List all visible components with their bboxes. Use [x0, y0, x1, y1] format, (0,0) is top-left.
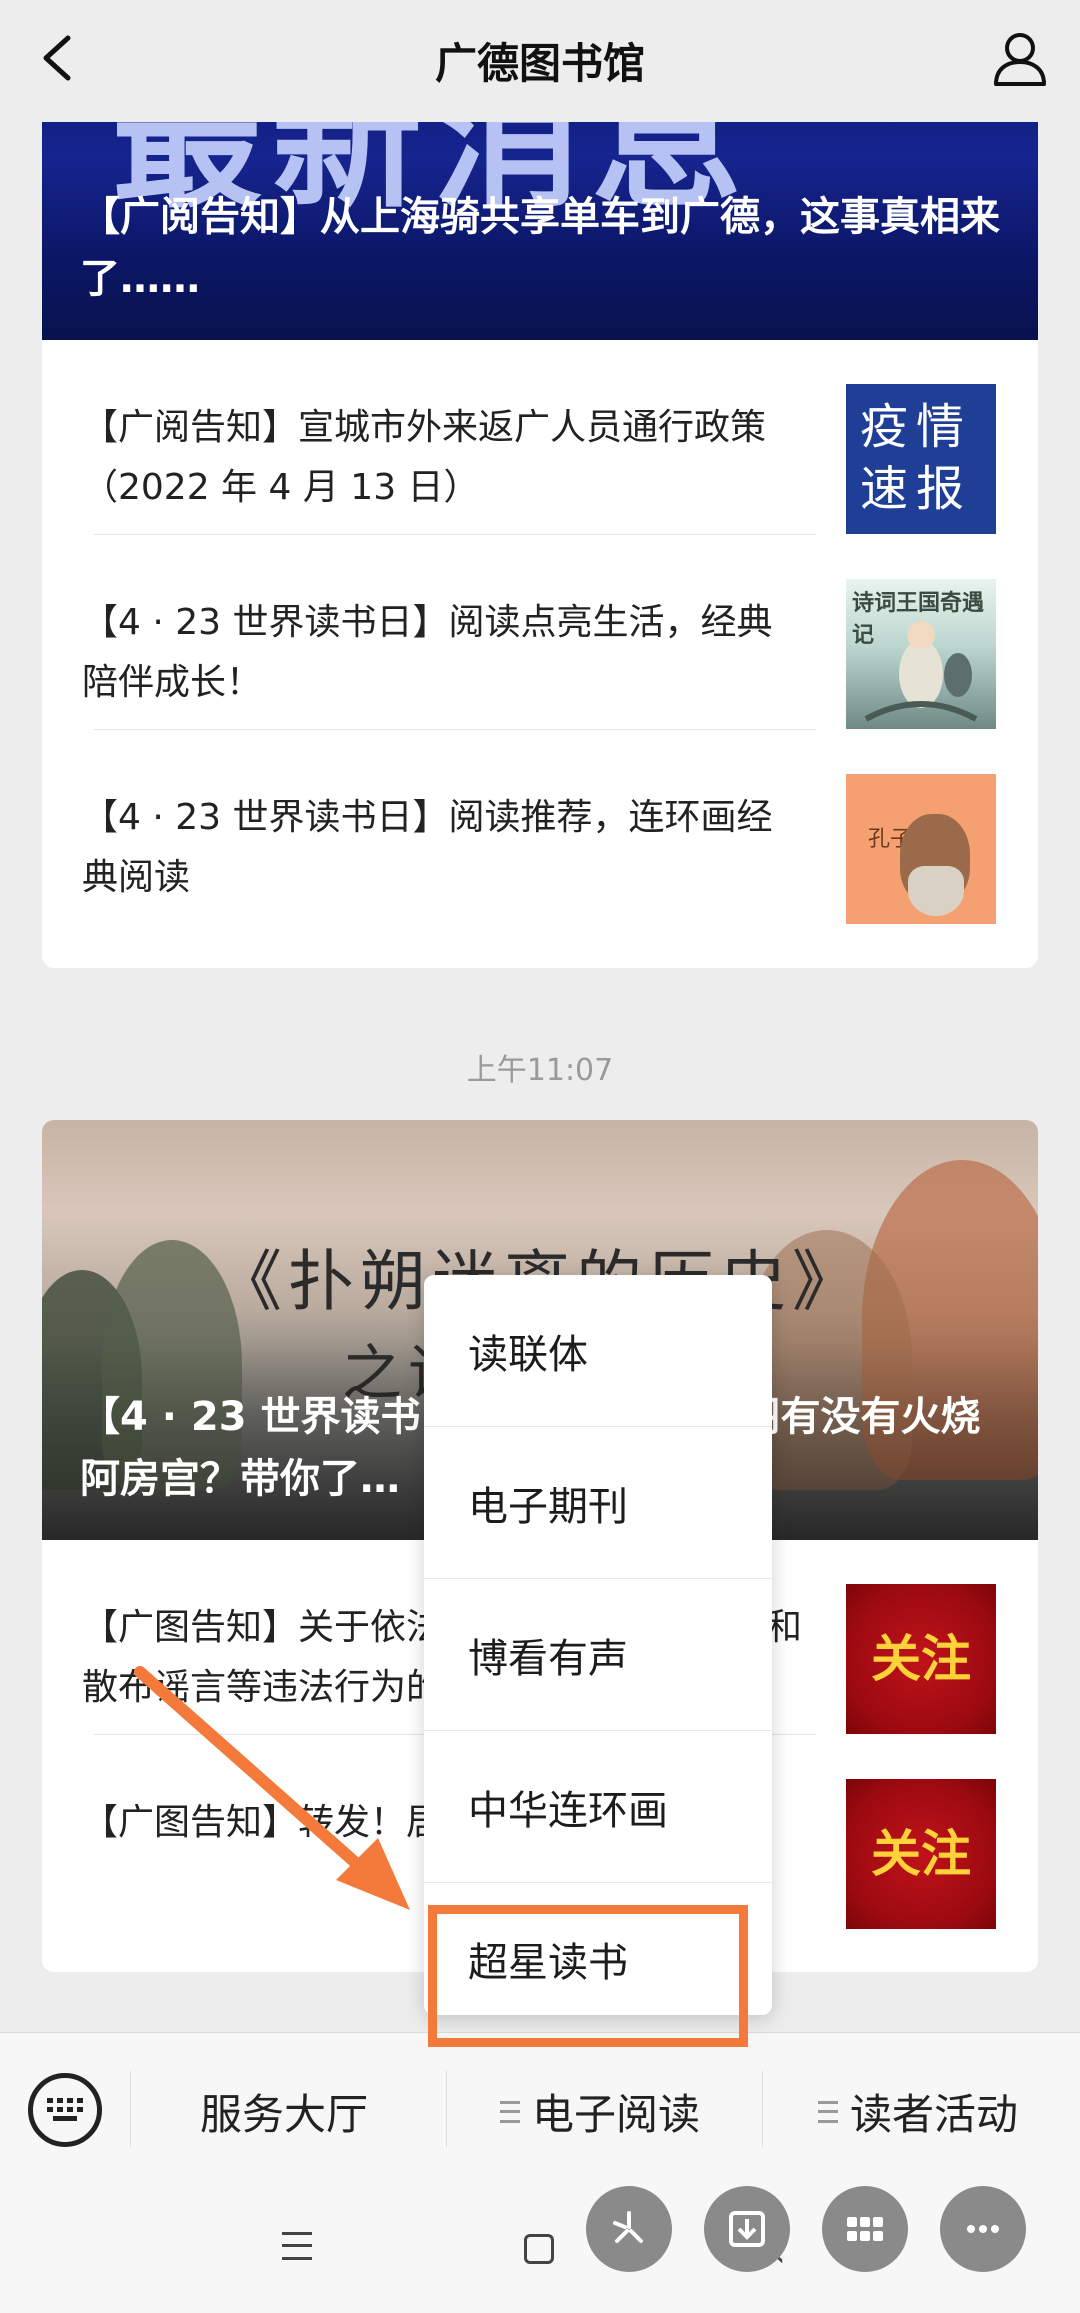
submenu-item-label: 电子期刊 — [468, 1484, 628, 1530]
beard-shape — [908, 866, 964, 916]
article-title: 【4 · 23 世界读书日】阅读推荐，连环画经典阅读 — [82, 797, 773, 898]
more-options-icon[interactable] — [940, 2186, 1026, 2272]
divider — [762, 2071, 763, 2147]
submenu-item[interactable]: 博看有声 — [424, 1579, 772, 1731]
menu-item-label: 读者活动 — [850, 2090, 1019, 2139]
sparkle-icon[interactable] — [586, 2186, 672, 2272]
submenu-item-label: 博看有声 — [468, 1636, 628, 1682]
grid-apps-icon[interactable] — [822, 2186, 908, 2272]
menu-item-reader-activities[interactable]: 读者活动 — [818, 2081, 1018, 2142]
menu-item-label: 服务大厅 — [200, 2090, 369, 2139]
thumbnail-text: 关注 — [871, 1630, 971, 1688]
article-thumbnail: 孔子 — [846, 774, 996, 924]
submenu-indicator-icon — [500, 2101, 520, 2123]
recent-apps-icon[interactable] — [282, 2232, 312, 2260]
list-item[interactable]: 【4 · 23 世界读书日】阅读推荐，连环画经典阅读 孔子 — [42, 730, 1038, 925]
download-icon[interactable] — [704, 2186, 790, 2272]
article-card: 最新消息 【广阅告知】从上海骑共享单车到广德，这事真相来了…… 【广阅告知】宣城… — [42, 60, 1038, 968]
menu-item-label: 电子阅读 — [532, 2090, 701, 2139]
submenu-item[interactable]: 读联体 — [424, 1275, 772, 1427]
highlight-box — [428, 1905, 748, 2047]
illustration-icon — [864, 621, 978, 722]
menu-item-service-hall[interactable]: 服务大厅 — [200, 2081, 368, 2142]
divider — [446, 2071, 447, 2147]
user-profile-icon[interactable] — [988, 26, 1052, 90]
submenu-item-label: 中华连环画 — [468, 1788, 668, 1834]
system-nav-bar: ‹ — [0, 2182, 1080, 2313]
hero-title: 【广阅告知】从上海骑共享单车到广德，这事真相来了…… — [80, 194, 1000, 302]
list-item[interactable]: 【4 · 23 世界读书日】阅读点亮生活，经典陪伴成长！ 诗词王国奇遇记 — [42, 535, 1038, 730]
article-thumbnail: 疫情速报 — [846, 384, 996, 534]
list-item[interactable]: 【广阅告知】宣城市外来返广人员通行政策（2022 年 4 月 13 日） 疫情速… — [42, 340, 1038, 535]
submenu-item-label: 读联体 — [468, 1332, 588, 1378]
submenu-item[interactable]: 中华连环画 — [424, 1731, 772, 1883]
article-title: 【4 · 23 世界读书日】阅读点亮生活，经典陪伴成长！ — [82, 602, 773, 703]
bottom-menu-bar: 服务大厅 电子阅读 读者活动 — [0, 2032, 1080, 2182]
menu-item-e-reading[interactable]: 电子阅读 — [500, 2081, 700, 2142]
top-bar: 广德图书馆 — [0, 0, 1080, 122]
thumbnail-text: 疫情速报 — [860, 399, 973, 517]
keyboard-toggle-icon[interactable] — [28, 2073, 102, 2147]
submenu-popup: 读联体 电子期刊 博看有声 中华连环画 超星读书 — [424, 1275, 772, 2047]
article-thumbnail: 关注 — [846, 1584, 996, 1734]
submenu-indicator-icon — [818, 2101, 838, 2123]
article-title: 【广阅告知】宣城市外来返广人员通行政策（2022 年 4 月 13 日） — [82, 407, 767, 508]
article-thumbnail: 关注 — [846, 1779, 996, 1929]
thumbnail-text: 关注 — [871, 1825, 971, 1883]
submenu-item[interactable]: 电子期刊 — [424, 1427, 772, 1579]
article-thumbnail: 诗词王国奇遇记 — [846, 579, 996, 729]
page-title: 广德图书馆 — [434, 39, 645, 88]
divider — [130, 2071, 131, 2147]
home-icon[interactable] — [524, 2234, 554, 2264]
timestamp: 上午11:07 — [466, 1053, 614, 1088]
